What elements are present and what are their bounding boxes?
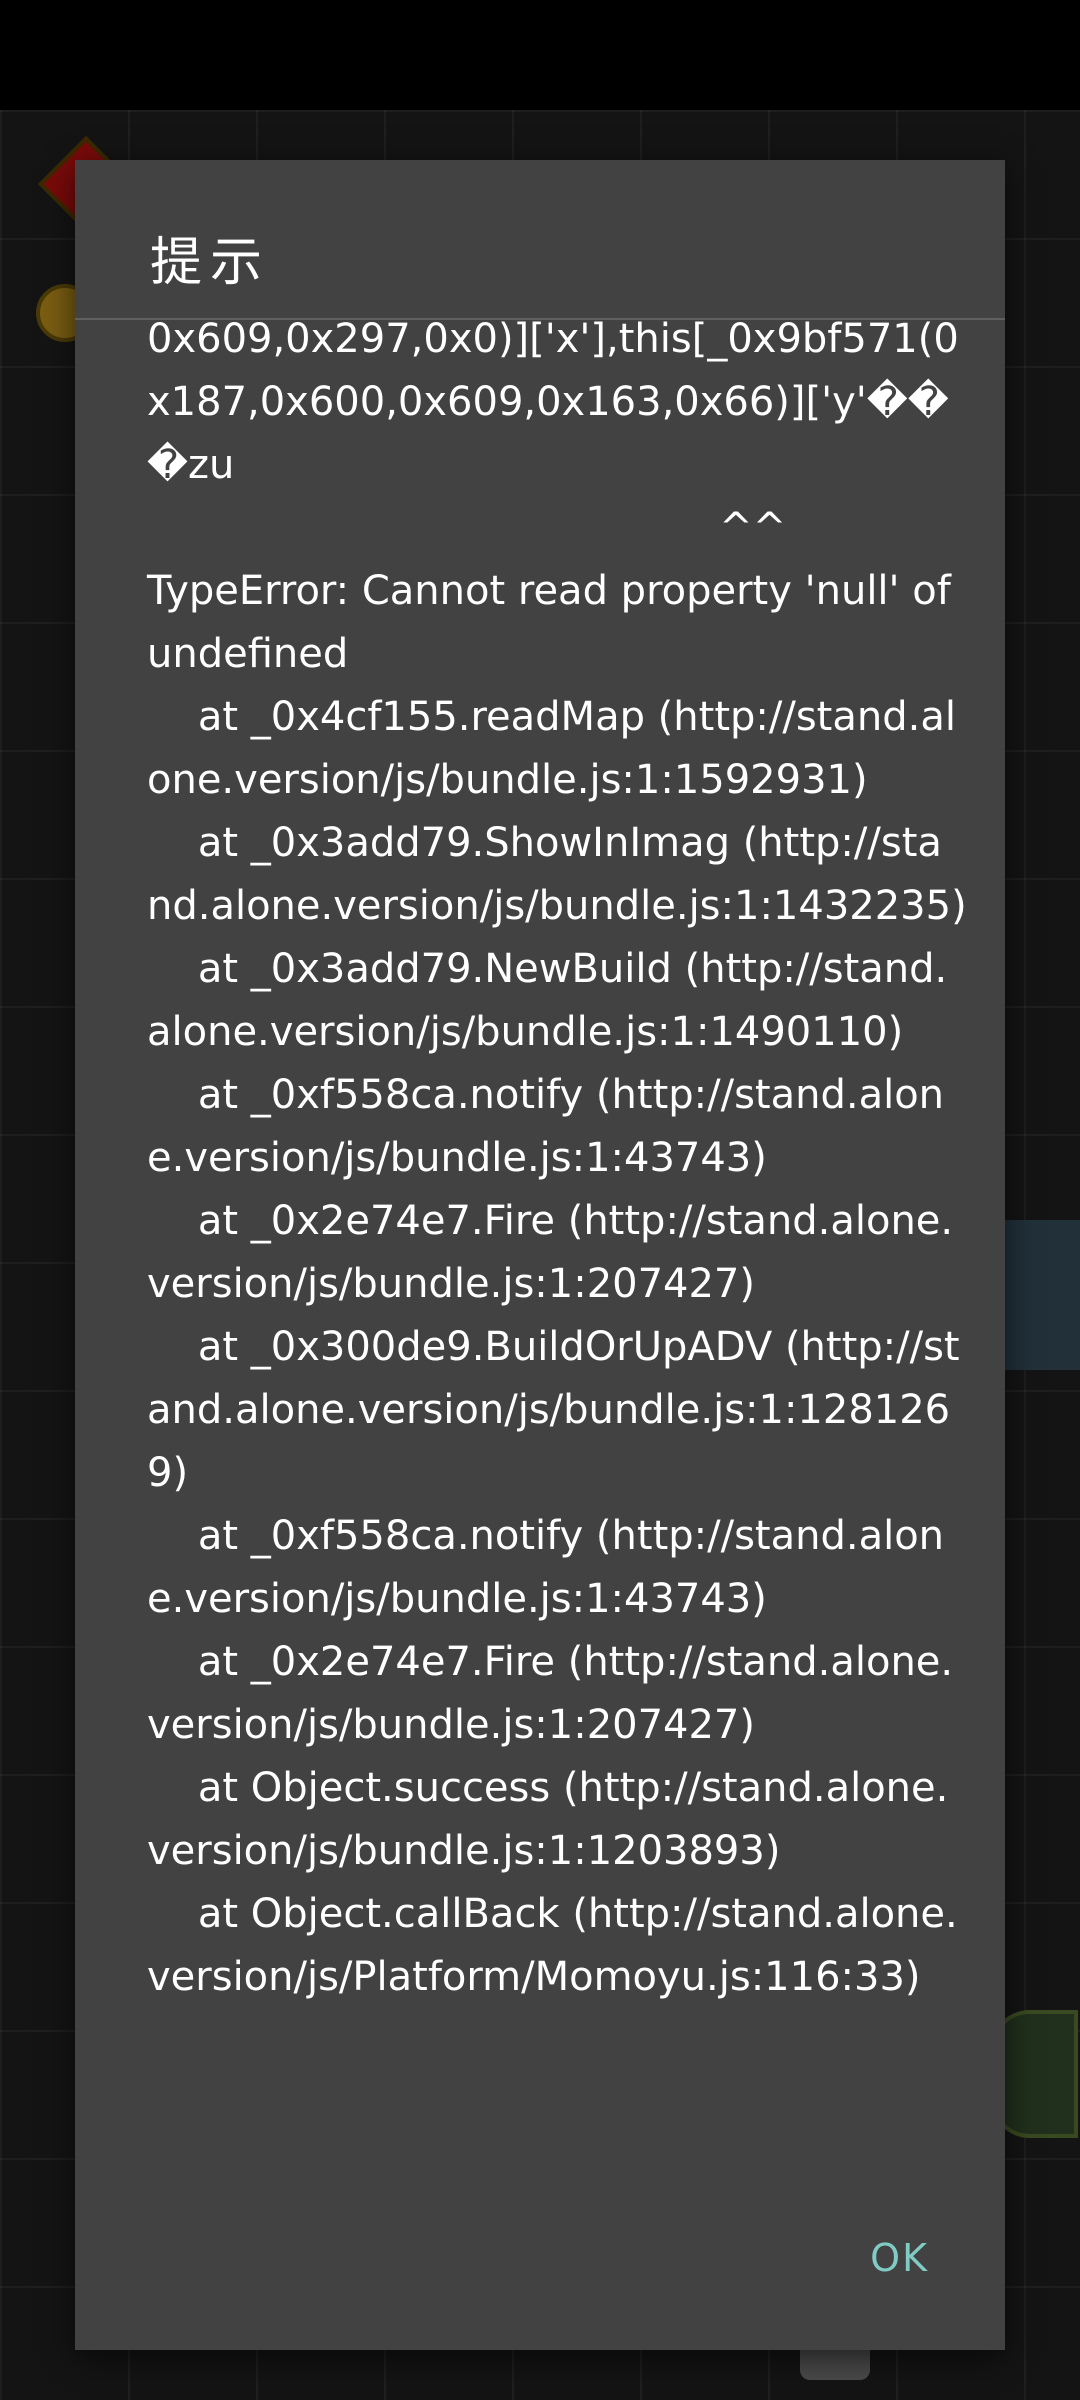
alert-dialog: 提示 0x609,0x297,0x0)]['x'],this[_0x9bf571… (75, 160, 1005, 2350)
game-panel-edge (1000, 1220, 1080, 1370)
dialog-message: 0x609,0x297,0x0)]['x'],this[_0x9bf571(0x… (147, 320, 967, 2000)
status-bar (0, 0, 1080, 110)
dialog-message-scroll[interactable]: 0x609,0x297,0x0)]['x'],this[_0x9bf571(0x… (75, 320, 1005, 2270)
dialog-title: 提示 (150, 233, 271, 293)
ok-button[interactable]: OK (864, 2226, 935, 2290)
